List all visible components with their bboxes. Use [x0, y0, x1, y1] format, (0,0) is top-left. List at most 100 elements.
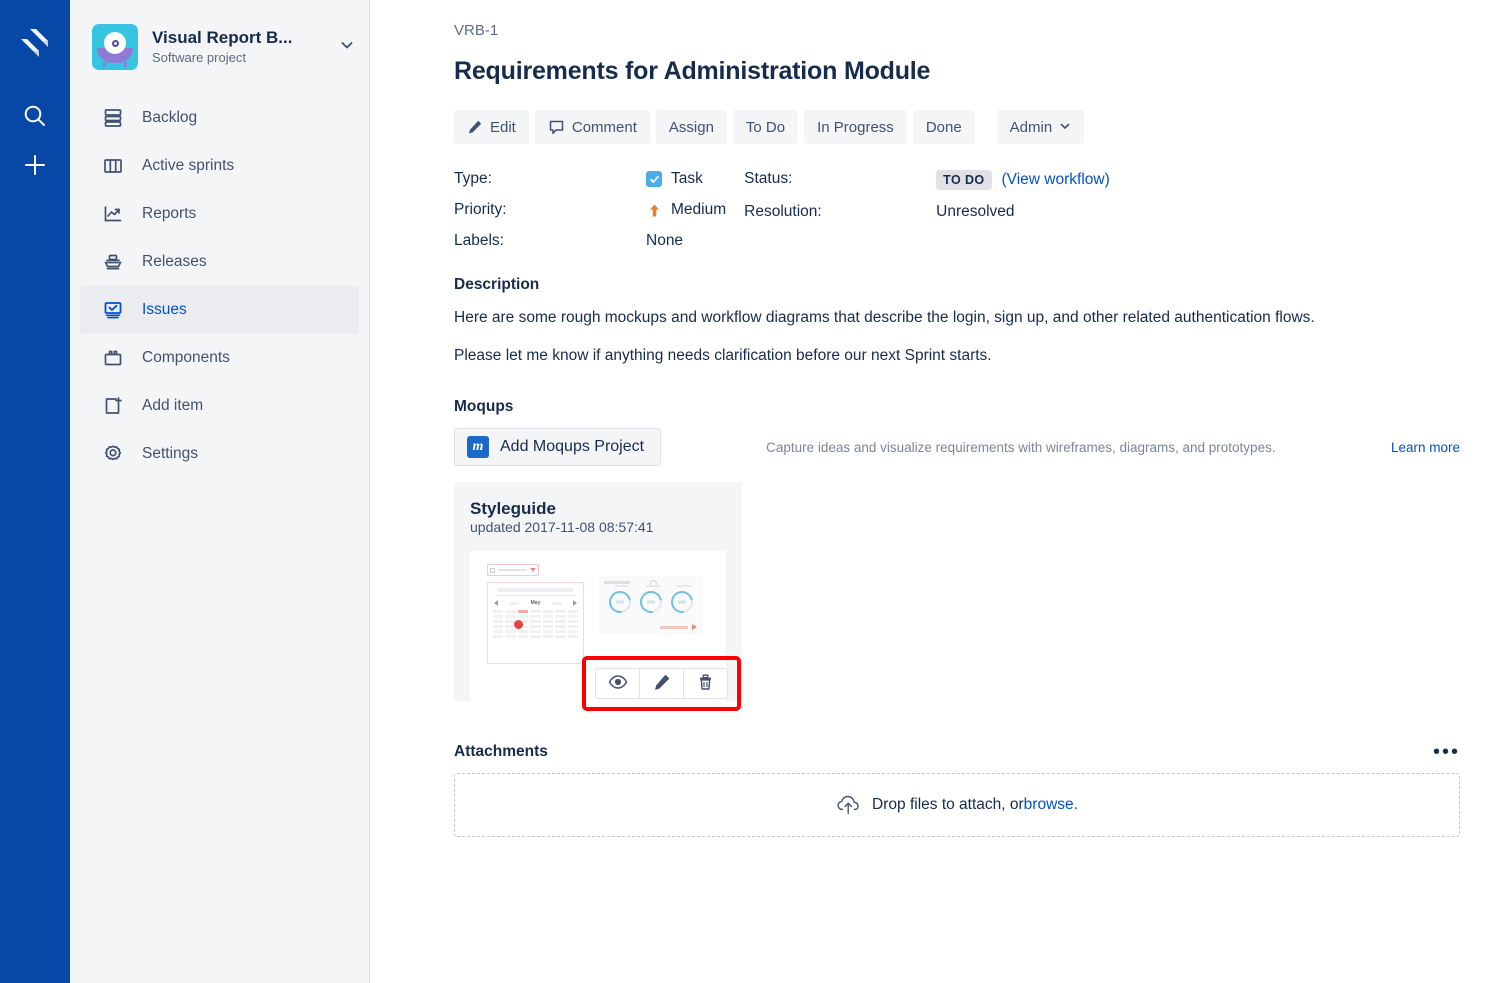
search-icon[interactable] — [13, 94, 57, 138]
done-transition-button[interactable]: Done — [913, 110, 975, 144]
sidebar-item-active-sprints[interactable]: Active sprints — [80, 142, 359, 190]
moqups-caption: Capture ideas and visualize requirements… — [766, 440, 1276, 455]
thumbnail-gauges-panel — [599, 576, 703, 634]
sidebar-item-label: Active sprints — [142, 157, 234, 175]
todo-transition-button[interactable]: To Do — [733, 110, 798, 144]
pencil-icon — [653, 673, 671, 694]
thumbnail-selected-day — [514, 620, 523, 629]
resolution-value: Unresolved — [936, 203, 1110, 221]
project-sidebar: Visual Report B... Software project Back… — [70, 0, 370, 983]
admin-dropdown-button[interactable]: Admin — [997, 110, 1085, 144]
sidebar-item-components[interactable]: Components — [80, 334, 359, 382]
moqups-logo-icon: m — [467, 436, 489, 458]
moqups-learn-more-link[interactable]: Learn more — [1391, 440, 1460, 455]
edit-button-label: Edit — [490, 119, 516, 136]
board-columns-icon — [100, 155, 126, 177]
status-badge: TO DO — [936, 170, 991, 190]
eye-icon — [608, 675, 628, 692]
issue-fields-left: Type: Task Priority: Medium — [454, 170, 726, 250]
sidebar-item-label: Issues — [142, 301, 187, 319]
todo-button-label: To Do — [746, 119, 785, 136]
issue-fields: Type: Task Priority: Medium — [454, 170, 1460, 250]
labels-label: Labels: — [454, 232, 646, 250]
moqups-section: Moqups m Add Moqups Project Capture idea… — [454, 398, 1460, 701]
pencil-icon — [467, 119, 483, 135]
sidebar-item-label: Reports — [142, 205, 196, 223]
priority-value: Medium — [646, 201, 726, 219]
speech-bubble-icon — [548, 119, 565, 136]
moqups-card-subtitle: updated 2017-11-08 08:57:41 — [470, 519, 726, 535]
moqups-toolbar: m Add Moqups Project Capture ideas and v… — [454, 428, 1460, 466]
sidebar-item-label: Add item — [142, 397, 203, 415]
plus-icon[interactable] — [13, 143, 57, 187]
sidebar-item-issues[interactable]: Issues — [80, 286, 359, 334]
resolution-label: Resolution: — [744, 203, 936, 221]
description-section: Description Here are some rough mockups … — [454, 276, 1460, 368]
sidebar-item-settings[interactable]: Settings — [80, 430, 359, 478]
thumbnail-calendar: May — [487, 582, 584, 664]
sidebar-item-label: Settings — [142, 445, 198, 463]
global-nav-rail — [0, 0, 70, 983]
project-avatar-icon — [92, 24, 138, 70]
comment-button[interactable]: Comment — [535, 110, 650, 144]
ellipsis-icon[interactable]: ••• — [1433, 747, 1460, 757]
project-name: Visual Report B... — [152, 28, 331, 48]
type-label: Type: — [454, 170, 646, 188]
upload-cloud-icon — [836, 794, 862, 816]
sidebar-item-add-item[interactable]: Add item — [80, 382, 359, 430]
task-checkbox-icon — [646, 171, 662, 187]
assign-button[interactable]: Assign — [656, 110, 727, 144]
description-heading: Description — [454, 276, 1460, 294]
in-progress-transition-button[interactable]: In Progress — [804, 110, 907, 144]
status-label: Status: — [744, 170, 936, 190]
browse-link[interactable]: browse. — [1024, 796, 1078, 814]
issue-detail-pane: VRB-1 Requirements for Administration Mo… — [370, 0, 1500, 983]
jira-logo-icon[interactable] — [13, 22, 57, 66]
sidebar-item-backlog[interactable]: Backlog — [80, 94, 359, 142]
description-paragraph: Here are some rough mockups and workflow… — [454, 306, 1334, 330]
sidebar-nav-list: Backlog Active sprints — [70, 94, 369, 478]
type-value: Task — [646, 170, 726, 188]
sidebar-item-releases[interactable]: Releases — [80, 238, 359, 286]
project-type: Software project — [152, 49, 331, 67]
labels-value: None — [646, 232, 726, 250]
edit-button[interactable] — [639, 668, 684, 699]
type-value-text: Task — [671, 170, 703, 188]
comment-button-label: Comment — [572, 119, 637, 136]
backlog-icon — [100, 107, 126, 129]
app-root: Visual Report B... Software project Back… — [0, 0, 1500, 983]
preview-button[interactable] — [595, 668, 640, 699]
project-switcher[interactable]: Visual Report B... Software project — [70, 24, 369, 70]
sidebar-item-label: Backlog — [142, 109, 197, 127]
components-brick-icon — [100, 347, 126, 369]
attachments-heading: Attachments — [454, 743, 548, 761]
add-item-page-icon — [100, 395, 126, 417]
sidebar-item-label: Components — [142, 349, 230, 367]
reports-chart-icon — [100, 203, 126, 225]
workflow-transition-group: To Do In Progress Done — [733, 110, 981, 144]
description-paragraph: Please let me know if anything needs cla… — [454, 344, 1334, 368]
delete-button[interactable] — [683, 668, 728, 699]
add-moqups-project-button[interactable]: m Add Moqups Project — [454, 428, 661, 466]
thumbnail-date-picker — [487, 564, 539, 576]
moqups-card-actions — [595, 668, 728, 699]
in-progress-button-label: In Progress — [817, 119, 894, 136]
edit-button[interactable]: Edit — [454, 110, 529, 144]
add-moqups-project-label: Add Moqups Project — [500, 438, 644, 456]
moqups-heading: Moqups — [454, 398, 1460, 416]
chevron-down-icon[interactable] — [331, 37, 355, 58]
priority-label: Priority: — [454, 201, 646, 219]
issue-key[interactable]: VRB-1 — [454, 22, 1460, 39]
assign-button-label: Assign — [669, 119, 714, 136]
priority-value-text: Medium — [671, 201, 726, 219]
gear-icon — [100, 443, 126, 465]
view-workflow-link[interactable]: (View workflow) — [1002, 171, 1110, 189]
attachments-section: Attachments ••• Drop files to attach, or… — [454, 743, 1460, 837]
sidebar-item-reports[interactable]: Reports — [80, 190, 359, 238]
chevron-down-icon — [1059, 119, 1071, 136]
moqups-card-title: Styleguide — [470, 498, 726, 519]
admin-button-label: Admin — [1010, 119, 1053, 136]
trash-icon — [697, 673, 714, 694]
attachment-dropzone[interactable]: Drop files to attach, or browse. — [454, 773, 1460, 837]
page-title: Requirements for Administration Module — [454, 57, 1460, 86]
